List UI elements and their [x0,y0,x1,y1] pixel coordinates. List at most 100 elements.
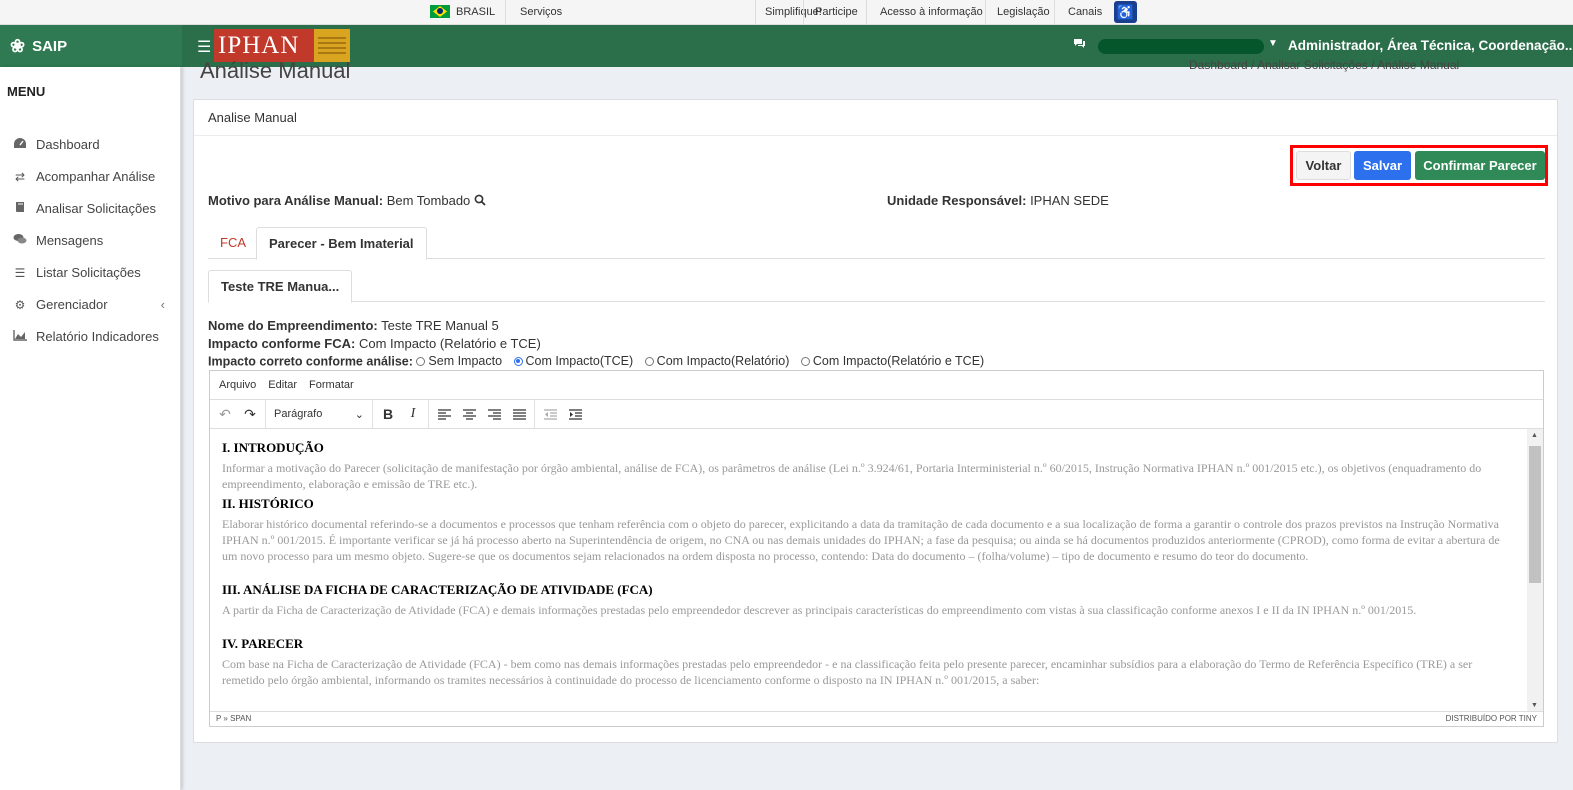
motivo-row: Motivo para Análise Manual: Bem Tombado [208,193,470,208]
outdent-icon[interactable] [539,403,561,425]
sidebar-item-listar-solicitacoes[interactable]: ☰ Listar Solicitações [12,265,177,280]
scroll-down-icon[interactable]: ▼ [1531,702,1538,709]
menu-title: MENU [7,84,46,99]
radio-com-impacto-relatorio[interactable]: Com Impacto(Relatório) [644,354,789,368]
chevron-down-icon: ⌄ [354,408,364,421]
app-name: SAIP [32,37,68,55]
gov-link-canais[interactable]: Canais [1068,6,1102,18]
element-path[interactable]: P » SPAN [216,714,251,724]
breadcrumb: Dashboard / Analisar Solicitações / Anál… [1189,58,1460,72]
page-title: Análise Manual [200,58,351,83]
user-name-redacted[interactable] [1098,39,1264,54]
tab-parecer-bem-imaterial[interactable]: Parecer - Bem Imaterial [256,227,427,260]
motivo-label: Motivo para Análise Manual: [208,193,384,208]
sidebar-item-dashboard[interactable]: Dashboard [12,137,177,152]
parecer-editor: Arquivo Editar Formatar ↶ ↷ Parágrafo ⌄ … [209,370,1544,727]
section-heading: I. INTRODUÇÃO [222,440,324,455]
undo-icon[interactable]: ↶ [214,403,236,425]
sidebar-item-gerenciador[interactable]: ⚙ Gerenciador ‹ [12,297,177,312]
impacto-correto-row: Impacto correto conforme análise: Sem Im… [208,354,992,369]
list-icon: ☰ [14,265,26,280]
voltar-button[interactable]: Voltar [1296,151,1351,180]
align-justify-icon[interactable] [508,403,530,425]
comments-icon [12,233,28,248]
exchange-icon: ⇄ [14,169,26,184]
breadcrumb-analisar[interactable]: Analisar Solicitações [1257,58,1368,72]
unidade-label: Unidade Responsável: [887,193,1027,208]
salvar-button[interactable]: Salvar [1354,151,1411,180]
vlibras-accessibility-icon[interactable]: ♿ [1114,1,1137,23]
section-heading: IV. PARECER [222,636,304,651]
section-heading: III. ANÁLISE DA FICHA DE CARACTERIZAÇÃO … [222,582,653,597]
impacto-fca-label: Impacto conforme FCA: [208,336,356,351]
align-center-icon[interactable] [458,403,480,425]
sidebar-item-label: Analisar Solicitações [36,201,156,216]
format-select-value: Parágrafo [274,408,323,420]
search-icon[interactable] [474,194,486,206]
redo-icon[interactable]: ↷ [239,403,261,425]
editor-content[interactable]: I. INTRODUÇÃO Informar a motivação do Pa… [210,429,1528,712]
italic-icon[interactable]: I [402,403,424,425]
dashboard-icon [12,137,28,152]
editor-toolbar: ↶ ↷ Parágrafo ⌄ B I [210,399,1543,429]
nome-label: Nome do Empreendimento: [208,318,378,333]
bold-icon[interactable]: B [377,403,399,425]
editor-menu-arquivo[interactable]: Arquivo [219,379,256,391]
chevron-down-icon[interactable]: ▼ [1268,38,1278,49]
breadcrumb-dashboard[interactable]: Dashboard [1189,58,1248,72]
sidebar-item-label: Listar Solicitações [36,265,141,280]
section-paragraph: Elaborar histórico documental referindo-… [222,517,1500,563]
section-paragraph: Com base na Ficha de Caracterização de A… [222,657,1473,687]
confirmar-parecer-button[interactable]: Confirmar Parecer [1415,151,1545,180]
gov-link-legislacao[interactable]: Legislação [997,6,1050,18]
sidebar-item-relatorio-indicadores[interactable]: Relatório Indicadores [12,329,177,344]
sidebar-item-label: Relatório Indicadores [36,329,159,344]
indent-icon[interactable] [564,403,586,425]
sidebar-item-analisar-solicitacoes[interactable]: Analisar Solicitações [12,201,177,216]
gov-link-participe[interactable]: Participe [815,6,858,18]
gov-link-acesso-informacao[interactable]: Acesso à informação [880,6,983,18]
powered-by-tiny[interactable]: DISTRIBUÍDO POR TINY [1446,714,1537,724]
sidebar-item-label: Mensagens [36,233,104,248]
nome-value: Teste TRE Manual 5 [381,318,499,333]
unidade-value: IPHAN SEDE [1030,193,1109,208]
editor-statusbar: P » SPAN DISTRIBUÍDO POR TINY [210,711,1543,726]
book-icon [12,201,28,216]
brasil-link[interactable]: BRASIL [430,5,495,18]
sidebar-toggle-icon[interactable]: ☰ [197,37,211,57]
align-left-icon[interactable] [433,403,455,425]
editor-menu-formatar[interactable]: Formatar [309,379,354,391]
sidebar-item-acompanhar-analise[interactable]: ⇄ Acompanhar Análise [12,169,177,184]
editor-menu-editar[interactable]: Editar [268,379,297,391]
subtabs: Teste TRE Manua... [208,270,1545,303]
chevron-left-icon: ‹ [160,297,165,312]
sidebar-item-label: Dashboard [36,137,100,152]
brazil-flag-icon [430,5,450,18]
radio-sem-impacto[interactable]: Sem Impacto [416,354,502,368]
section-heading: II. HISTÓRICO [222,496,314,511]
section-paragraph: A partir da Ficha de Caracterização de A… [222,603,1417,617]
card-title: Analise Manual [208,110,297,125]
subtab-teste-tre[interactable]: Teste TRE Manua... [208,270,353,303]
sidebar: MENU Dashboard ⇄ Acompanhar Análise Anal… [0,67,181,790]
chat-icon[interactable] [1073,38,1086,52]
editor-scrollbar[interactable]: ▲ ▼ [1527,429,1543,712]
area-chart-icon [12,329,28,344]
gov-link-simplifique[interactable]: Simplifique! [765,6,822,18]
format-select[interactable]: Parágrafo ⌄ [270,403,368,425]
scrollbar-thumb[interactable] [1529,446,1541,583]
user-roles[interactable]: Administrador, Área Técnica, Coordenação… [1288,38,1573,53]
align-right-icon[interactable] [483,403,505,425]
tab-fca[interactable]: FCA [208,227,258,259]
radio-com-impacto-tce[interactable]: Com Impacto(TCE) [513,354,633,368]
sidebar-item-label: Gerenciador [36,297,108,312]
impacto-fca-row: Impacto conforme FCA: Com Impacto (Relat… [208,336,541,351]
radio-com-impacto-relatorio-tce[interactable]: Com Impacto(Relatório e TCE) [800,354,984,368]
gov-link-servicos[interactable]: Serviços [520,6,562,18]
analise-manual-card: Analise Manual Voltar Salvar Confirmar P… [193,99,1558,743]
sidebar-item-mensagens[interactable]: Mensagens [12,233,177,248]
brand[interactable]: ❀ SAIP [0,25,182,67]
scroll-up-icon[interactable]: ▲ [1531,432,1538,439]
impacto-correto-label: Impacto correto conforme análise: [208,354,413,369]
impacto-fca-value: Com Impacto (Relatório e TCE) [358,336,541,351]
